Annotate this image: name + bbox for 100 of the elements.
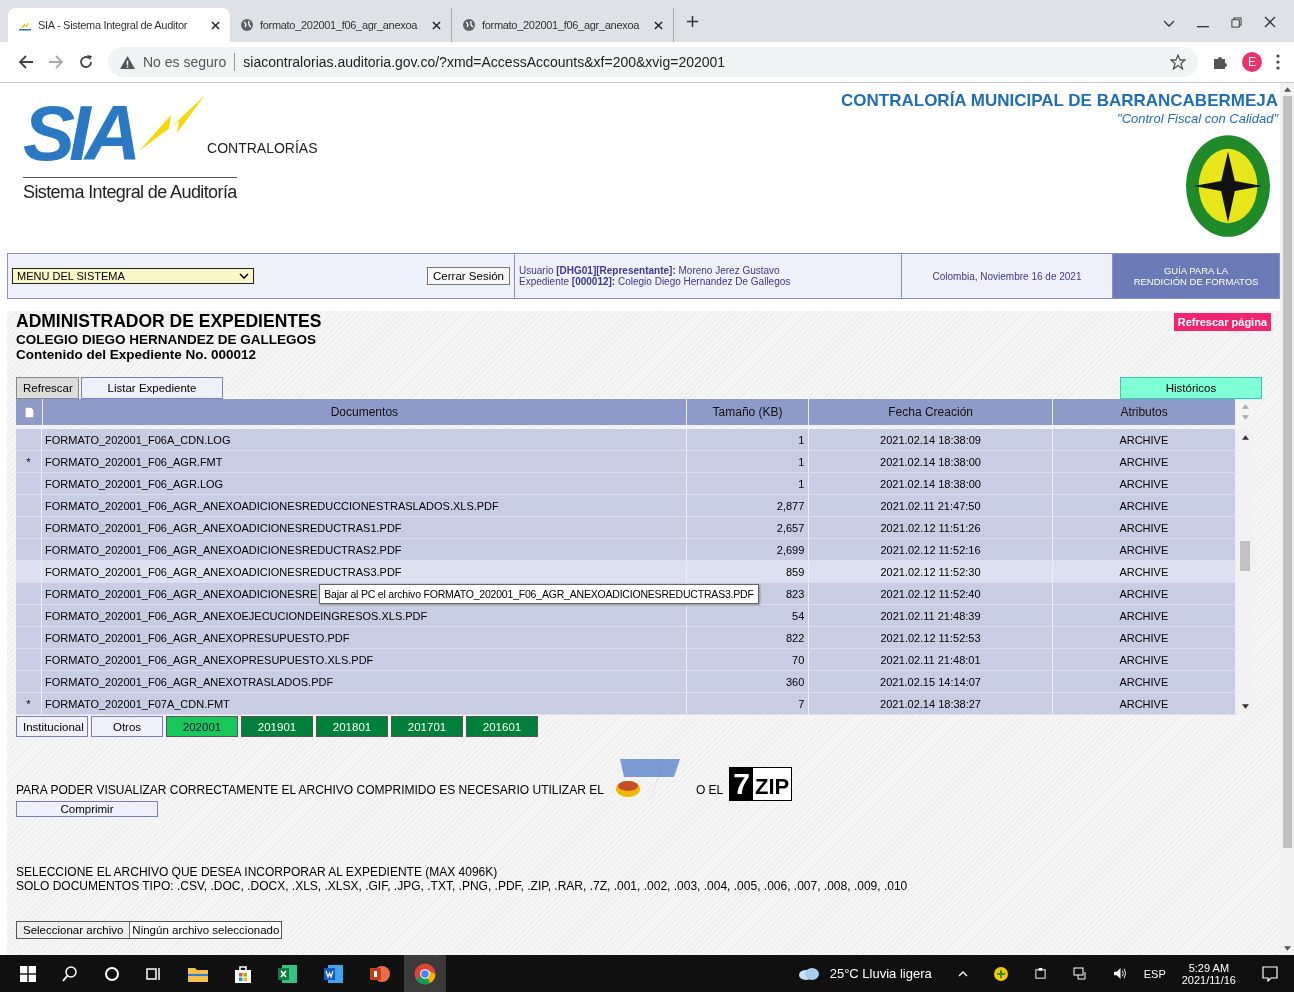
browser-tab[interactable]: SIA - Sistema Integral de Auditor [8,8,230,42]
cortana-circle-icon[interactable] [104,965,120,982]
scroll-down-icon[interactable] [1241,704,1249,709]
file-name[interactable]: FORMATO_202001_F06A_CDN.LOG [45,433,231,446]
table-scrollbar[interactable] [1236,429,1254,715]
notification-icon[interactable] [1262,965,1278,982]
sia-logo-text: SIA [23,93,136,173]
file-name[interactable]: FORMATO_202001_F06_AGR_ANEXOADICIONESREDUCTRAS1.PDF [45,521,402,534]
file-size: 360 [786,675,805,688]
profile-avatar[interactable]: E [1242,52,1262,72]
file-name[interactable]: FORMATO_202001_F07A_CDN.FMT [45,697,230,710]
search-icon[interactable] [62,965,78,982]
chrome-browser-icon [414,962,436,985]
creation-date: 2021.02.12 11:52:40 [880,587,981,600]
lightning-bolt-icon [137,93,208,153]
meeting-icon[interactable] [1033,967,1047,980]
network-icon[interactable] [1072,966,1087,981]
chevron-up-icon[interactable] [957,970,968,977]
document-app-icon[interactable] [324,963,344,984]
refresh-page-button[interactable]: Refrescar página [1173,313,1271,331]
period-tab[interactable]: 201901 [241,716,313,737]
speaker-icon[interactable] [1112,967,1128,980]
action-button[interactable]: Listar Expediente [81,377,223,399]
folder-icon[interactable] [188,965,208,982]
restore-icon[interactable] [1231,17,1242,28]
file-row[interactable]: * FORMATO_202001_F07A_CDN.FMT 7 2021.02.14 18:38:27 ARCHIVE [16,693,1236,715]
cloud-rain-icon [797,966,820,981]
scroll-down-icon[interactable] [1283,946,1291,951]
chevron-down-icon[interactable] [1163,20,1175,28]
scroll-up-icon[interactable] [1241,435,1249,440]
file-name[interactable]: FORMATO_202001_F06_AGR_ANEXOADICIONESREDUCCIONESTRASLADOS.XLS.PDF [45,499,499,512]
file-name[interactable]: FORMATO_202001_F06_AGR_ANEXOADICIONESREDUCTRAS3.PDF [45,565,402,578]
period-tab[interactable]: 202001 [166,716,238,737]
presentation-app-icon[interactable] [370,963,390,984]
file-name[interactable]: FORMATO_202001_F06_AGR_ANEXOADICIONESRE [45,587,318,600]
close-icon[interactable] [432,20,441,30]
clock[interactable]: 5:29 AM 2021/11/16 [1181,961,1236,986]
file-name[interactable]: FORMATO_202001_F06_AGR_ANEXOPRESUPUESTO.PDF [45,631,350,644]
file-row[interactable]: FORMATO_202001_F06_AGR_ANEXOADICIONESREDUCTRAS2.PDF 2,699 2021.02.12 11:52:16 ARCHIVE [16,539,1236,561]
weather-text[interactable]: 25°C Lluvia ligera [829,966,932,981]
scroll-thumb[interactable] [1282,96,1292,848]
file-row[interactable]: FORMATO_202001_F06_AGR_ANEXOADICIONESRE Bajar al PC el archivo FORMATO_202001_F06_AGR_ANEXOADICIONESREDUCTRAS3.PDF 823 2021.02.12 11:52:40 ARCHIVE [16,583,1236,605]
spreadsheet-app-icon[interactable] [278,963,298,984]
file-name[interactable]: FORMATO_202001_F06_AGR_ANEXOADICIONESREDUCTRAS2.PDF [45,543,402,556]
close-icon[interactable] [211,20,220,30]
minimize-icon[interactable] [1197,26,1209,28]
star-icon[interactable] [1170,54,1186,70]
language-indicator[interactable]: ESP [1143,967,1166,980]
file-row[interactable]: FORMATO_202001_F06_AGR_ANEXOTRASLADOS.PDF 360 2021.02.15 14:14:07 ARCHIVE [16,671,1236,693]
store-bag-icon[interactable] [234,964,252,983]
file-name[interactable]: FORMATO_202001_F06_AGR_ANEXOEJECUCIONDEINGRESOS.XLS.PDF [45,609,428,622]
period-tab[interactable]: 201701 [391,716,463,737]
action-button[interactable]: Refrescar [16,377,79,399]
file-row[interactable]: FORMATO_202001_F06_AGR.LOG 1 2021.02.14 18:38:00 ARCHIVE [16,473,1236,495]
column-header[interactable]: Fecha Creación [809,399,1053,425]
more-menu-icon[interactable] [1276,54,1280,70]
file-row[interactable]: FORMATO_202001_F06_AGR_ANEXOADICIONESREDUCTRAS3.PDF 859 2021.02.12 11:52:30 ARCHIVE [16,561,1236,583]
period-tab[interactable]: Institucional [16,716,88,737]
file-name[interactable]: FORMATO_202001_F06_AGR.FMT [45,455,223,468]
page-scrollbar[interactable] [1280,83,1294,955]
file-row[interactable]: FORMATO_202001_F06_AGR_ANEXOPRESUPUESTO.PDF 822 2021.02.12 11:52:53 ARCHIVE [16,627,1236,649]
document-icon [24,406,34,418]
file-row[interactable]: FORMATO_202001_F06_AGR_ANEXOPRESUPUESTO.XLS.PDF 70 2021.02.11 21:48:01 ARCHIVE [16,649,1236,671]
logout-button[interactable]: Cerrar Sesión [427,267,510,285]
browser-taskbar-button[interactable] [404,955,446,992]
entity-name: CONTRALORÍA MUNICIPAL DE BARRANCABERMEJA [841,91,1278,111]
plus-circle-icon[interactable] [993,966,1008,981]
column-header[interactable]: Tamaño (KB) [686,399,810,425]
file-size: 1 [798,433,805,446]
windows-start-icon[interactable] [20,965,36,982]
close-icon[interactable] [1264,16,1276,28]
file-name[interactable]: FORMATO_202001_F06_AGR_ANEXOTRASLADOS.PDF [45,675,334,688]
scroll-thumb[interactable] [1240,541,1250,571]
close-icon[interactable] [654,20,663,30]
choose-file-button[interactable]: Seleccionar archivo [17,922,131,938]
file-row[interactable]: FORMATO_202001_F06_AGR_ANEXOADICIONESREDUCCIONESTRASLADOS.XLS.PDF 2,877 2021.02.11 21:47:50 ARCHIVE [16,495,1236,517]
history-button[interactable]: Históricos [1120,377,1262,399]
file-name[interactable]: FORMATO_202001_F06_AGR_ANEXOPRESUPUESTO.XLS.PDF [45,653,374,666]
period-tab[interactable]: 201601 [466,716,538,737]
file-row[interactable]: * FORMATO_202001_F06_AGR.FMT 1 2021.02.14 18:38:00 ARCHIVE [16,451,1236,473]
file-name[interactable]: FORMATO_202001_F06_AGR.LOG [45,477,224,490]
back-arrow-icon[interactable] [18,54,34,70]
reload-icon[interactable] [78,54,94,70]
puzzle-icon[interactable] [1212,54,1228,70]
file-row[interactable]: FORMATO_202001_F06_AGR_ANEXOEJECUCIONDEINGRESOS.XLS.PDF 54 2021.02.11 21:48:39 ARCHIVE [16,605,1236,627]
file-size: 823 [786,587,805,600]
url-text: siacontralorias.auditoria.gov.co/?xmd=AccessAccounts&xf=200&xvig=202001 [243,54,726,70]
menu-dropdown[interactable]: MENU DEL SISTEMA [12,268,254,284]
file-row[interactable]: FORMATO_202001_F06A_CDN.LOG 1 2021.02.14 18:38:09 ARCHIVE [16,429,1236,451]
file-row[interactable]: FORMATO_202001_F06_AGR_ANEXOADICIONESREDUCTRAS1.PDF 2,657 2021.02.12 11:51:26 ARCHIVE [16,517,1236,539]
row-marker: * [26,697,31,710]
period-tab[interactable]: Otros [91,716,163,737]
task-view-icon[interactable] [146,965,162,982]
scroll-up-icon[interactable] [1283,87,1291,92]
new-tab-icon[interactable] [686,15,699,28]
compress-button[interactable]: Comprimir [16,801,158,817]
column-header[interactable]: Documentos [43,399,687,425]
period-tab[interactable]: 201801 [316,716,388,737]
guide-link[interactable]: GUÍA PARA LA RENDICIÓN DE FORMATOS [1113,254,1279,298]
address-bar[interactable]: No es seguro siacontralorias.auditoria.gov.co/?xmd=AccessAccounts&xf=200&xvig=202001 [108,47,1198,77]
